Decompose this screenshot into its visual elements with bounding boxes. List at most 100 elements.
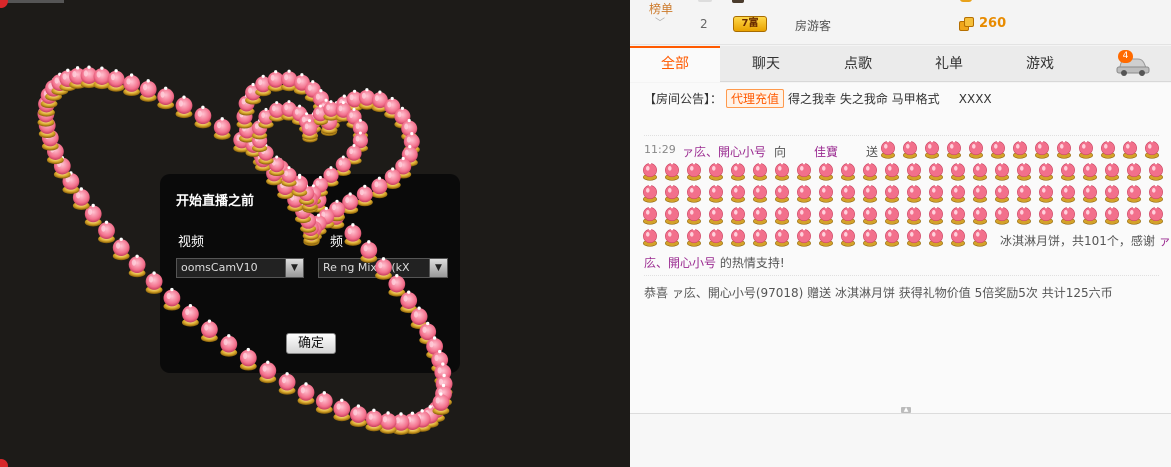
mooncake-gift-icon	[907, 183, 921, 203]
mooncake-gift-icon	[885, 183, 899, 203]
wealth-level-badge: 7富	[733, 16, 767, 32]
mooncake-gift-icon	[753, 227, 767, 247]
mooncake-gift-icon	[1105, 183, 1119, 203]
mooncake-gift-icon	[709, 227, 723, 247]
mooncake-icon	[321, 112, 338, 135]
mooncake-icon	[352, 131, 368, 153]
tab-chat[interactable]: 聊天	[721, 46, 811, 82]
mooncake-gift-icon	[731, 205, 745, 225]
video-device-select[interactable]: oomsCamV10 ▼	[176, 258, 304, 278]
message-time: 11:29	[644, 143, 676, 156]
mooncake-icon	[40, 85, 58, 109]
mooncake-gift-icon	[1127, 161, 1141, 181]
mooncake-gift-icon	[1039, 183, 1053, 203]
mooncake-gift-icon	[1017, 161, 1031, 181]
close-dot-icon[interactable]	[0, 0, 8, 8]
mooncake-gift-icon	[643, 161, 657, 181]
mooncake-gift-icon	[775, 227, 789, 247]
mooncake-gift-icon	[1035, 139, 1049, 159]
mooncake-gift-icon	[1083, 183, 1097, 203]
record-dot-icon[interactable]	[0, 459, 8, 467]
mooncake-gift-icon	[951, 161, 965, 181]
mooncake-icon	[252, 118, 268, 140]
reward-message: 恭喜 ァ庅、開心小号(97018) 赠送 冰淇淋月饼 获得礼物价值 5倍奖励5次…	[644, 286, 1113, 300]
tab-all[interactable]: 全部	[630, 46, 720, 82]
mooncake-gift-icon	[1123, 139, 1137, 159]
divider	[644, 135, 1159, 136]
tab-song-request[interactable]: 点歌	[813, 46, 903, 82]
tab-games[interactable]: 游戏	[995, 46, 1085, 82]
mooncake-gift-icon	[907, 227, 921, 247]
mooncake-icon	[435, 373, 453, 397]
mooncake-icon	[236, 106, 253, 129]
rank-user-name[interactable]: 房游客	[795, 17, 831, 34]
coin-stack-icon	[959, 17, 975, 31]
mooncake-gift-icon	[819, 227, 833, 247]
mooncake-gift-icon	[885, 205, 899, 225]
mooncake-icon	[45, 78, 62, 101]
mooncake-gift-icon	[995, 161, 1009, 181]
mooncake-gift-icon	[775, 183, 789, 203]
agent-recharge-badge[interactable]: 代理充值	[726, 89, 785, 108]
mooncake-icon	[194, 105, 212, 129]
mooncake-gift-icon	[973, 205, 987, 225]
mooncake-icon	[233, 129, 251, 153]
rank-coin-amount: 260	[979, 16, 1007, 31]
chevron-down-icon[interactable]: ﹀	[655, 14, 665, 29]
sender-name[interactable]: 庅、開心小号	[644, 256, 716, 270]
mooncake-gift-icon	[665, 161, 679, 181]
mooncake-icon	[84, 203, 102, 227]
chevron-down-icon[interactable]: ▼	[429, 259, 447, 277]
mooncake-gift-icon	[753, 161, 767, 181]
mooncake-gift-icon	[819, 183, 833, 203]
mooncake-icon	[128, 254, 146, 278]
mooncake-icon	[281, 69, 298, 92]
mooncake-icon	[384, 96, 401, 119]
mooncake-icon	[302, 119, 319, 140]
mooncake-icon	[252, 143, 270, 167]
mooncake-gift-icon	[1079, 139, 1093, 159]
audio-device-select[interactable]: Re ng Mixer (kX ▼	[318, 258, 448, 278]
mooncake-gift-icon	[731, 161, 745, 181]
chat-input-area[interactable]	[630, 413, 1171, 467]
confirm-button[interactable]: 确定	[286, 333, 336, 354]
mooncake-gift-icon	[929, 183, 943, 203]
mooncake-icon	[80, 65, 98, 89]
mooncake-icon	[53, 155, 71, 179]
mooncake-icon	[175, 95, 193, 119]
mooncake-icon	[413, 409, 431, 432]
mooncake-icon	[252, 131, 268, 153]
mooncake-gift-icon	[1149, 161, 1163, 181]
mooncake-gift-icon	[841, 161, 855, 181]
mooncake-icon	[346, 89, 363, 112]
receiver-name[interactable]: 佳寶	[814, 143, 838, 160]
mooncake-gift-icon	[797, 183, 811, 203]
mooncake-icon	[301, 119, 318, 140]
divider	[644, 275, 1159, 276]
mooncake-icon	[59, 68, 77, 92]
mooncake-icon	[37, 103, 55, 127]
mooncake-icon	[321, 114, 337, 136]
mooncake-icon	[269, 155, 285, 177]
mooncake-gift-icon	[1149, 205, 1163, 225]
notice-prefix: 【房间公告】：	[644, 92, 723, 106]
mooncake-icon	[336, 94, 353, 117]
sender-name[interactable]: ァ庅、開心小号	[682, 143, 766, 160]
mooncake-gift-icon	[885, 227, 899, 247]
mooncake-gift-icon	[687, 227, 701, 247]
mooncake-icon	[371, 90, 388, 113]
tab-gift-list[interactable]: 礼单	[904, 46, 994, 82]
mooncake-gift-icon	[1149, 183, 1163, 203]
chevron-down-icon[interactable]: ▼	[285, 259, 303, 277]
mooncake-icon	[404, 411, 421, 435]
mooncake-icon	[305, 112, 321, 133]
mooncake-icon	[47, 141, 64, 165]
mooncake-gift-icon	[643, 183, 657, 203]
mooncake-icon	[304, 80, 321, 102]
mooncake-icon	[328, 101, 345, 123]
mooncake-icon	[335, 155, 351, 177]
mooncake-icon	[258, 144, 274, 165]
sender-name[interactable]: ァ	[1159, 234, 1171, 248]
rank-list: 榜单 ﹀ 2 7富 房游客 260	[630, 0, 1171, 45]
mooncake-icon	[335, 101, 351, 122]
